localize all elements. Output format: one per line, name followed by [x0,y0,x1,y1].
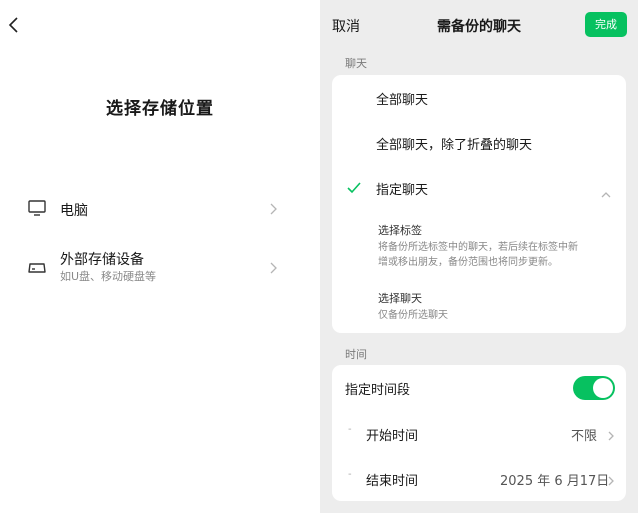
dash-icon: - [348,424,352,435]
end-time-label: 结束时间 [366,474,419,489]
option-all-chats[interactable]: 全部聊天 [332,75,626,119]
sub-option-title: 选择标签 [378,224,422,237]
option-specified-chats[interactable]: 指定聊天 [332,165,626,209]
backup-chats-panel: 取消 需备份的聊天 完成 聊天 全部聊天 全部聊天，除了折叠的聊天 指定聊天 选… [320,0,638,513]
external-drive-icon [27,257,47,277]
done-button[interactable]: 完成 [585,12,627,37]
sub-option-description: 增或移出朋友，备份范围也将同步更新。 [378,257,558,268]
end-time-row[interactable]: - 结束时间 2025 年 6 月17日 [332,457,626,499]
option-sublabel: 如U盘、移动硬盘等 [60,270,157,283]
option-computer[interactable]: 电脑 [0,186,320,236]
sub-option-title: 选择聊天 [378,292,422,305]
storage-location-panel: 选择存储位置 电脑 外部存储设备 如U盘、移动硬盘等 [0,0,320,513]
time-range-toggle[interactable] [573,376,615,400]
section-label-chats: 聊天 [345,57,367,70]
toggle-knob [593,378,613,398]
sub-option-description: 仅备份所选聊天 [378,310,448,321]
start-time-row[interactable]: - 开始时间 不限 [332,412,626,454]
start-time-label: 开始时间 [366,429,419,444]
chevron-up-icon[interactable] [600,184,612,198]
end-time-value: 2025 年 6 月17日 [500,474,610,489]
dash-icon: - [348,469,352,480]
chevron-right-icon [607,427,615,441]
page-title: 选择存储位置 [106,99,214,119]
option-label: 指定聊天 [376,183,429,198]
option-external-storage[interactable]: 外部存储设备 如U盘、移动硬盘等 [0,245,320,295]
chevron-right-icon [607,472,615,486]
specify-time-range-row: 指定时间段 [332,365,626,409]
toggle-label: 指定时间段 [345,383,411,398]
option-label: 全部聊天 [376,93,429,108]
monitor-icon [27,198,47,218]
option-all-chats-except-folded[interactable]: 全部聊天，除了折叠的聊天 [332,120,626,164]
sub-option-description: 将备份所选标签中的聊天，若后续在标签中新 [378,242,578,253]
option-label: 全部聊天，除了折叠的聊天 [376,138,533,153]
option-label: 电脑 [60,203,88,219]
section-label-time: 时间 [345,348,367,361]
chevron-right-icon [268,201,278,215]
chat-scope-card: 全部聊天 全部聊天，除了折叠的聊天 指定聊天 选择标签 将备份所选标签中的聊天，… [332,75,626,333]
sub-option-select-chats[interactable]: 选择聊天 仅备份所选聊天 [378,290,608,323]
option-label: 外部存储设备 [60,252,144,268]
chevron-right-icon [268,260,278,274]
start-time-value: 不限 [571,429,598,444]
back-chevron-icon [8,17,18,33]
checkmark-icon [346,180,362,194]
sub-option-select-tags[interactable]: 选择标签 将备份所选标签中的聊天，若后续在标签中新 增或移出朋友，备份范围也将同… [378,222,608,270]
back-button[interactable] [6,14,26,38]
time-range-card: 指定时间段 - 开始时间 不限 - 结束时间 2025 年 6 月17日 [332,365,626,501]
